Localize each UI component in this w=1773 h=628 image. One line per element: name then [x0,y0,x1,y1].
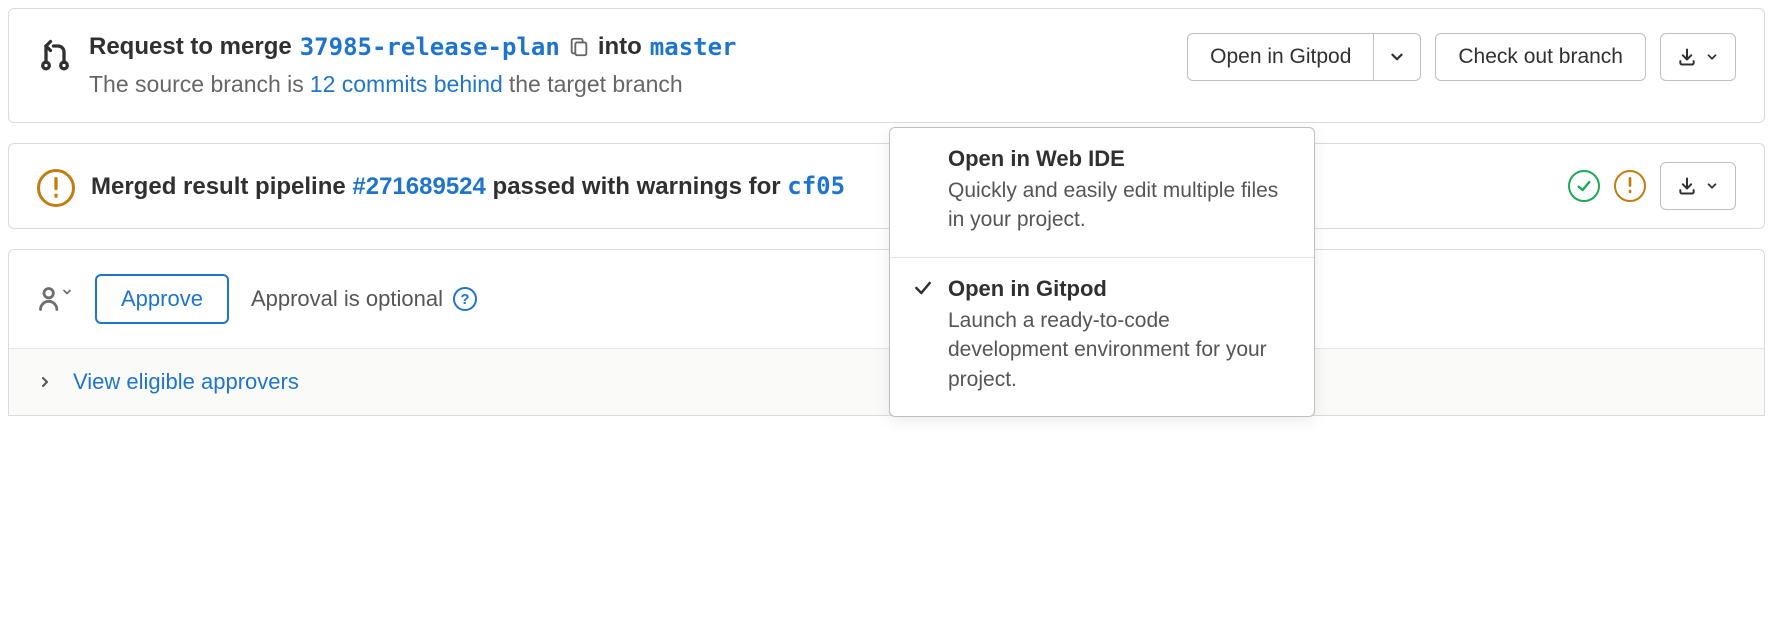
dropdown-option-gitpod[interactable]: Open in Gitpod Launch a ready-to-code de… [890,257,1314,416]
open-in-gitpod-button[interactable]: Open in Gitpod [1187,33,1374,81]
merge-request-body: Request to merge 37985-release-plan into… [89,33,1171,98]
approval-note-text: Approval is optional [251,286,443,312]
copy-branch-icon[interactable] [568,36,590,58]
download-artifacts-button[interactable] [1660,162,1736,210]
chevron-down-icon [1705,50,1719,64]
pipeline-leading-text: Merged result pipeline [91,173,346,200]
dropdown-option-web-ide[interactable]: Open in Web IDE Quickly and easily edit … [890,128,1314,257]
chevron-down-icon [1388,48,1406,66]
open-in-button-group: Open in Gitpod [1187,33,1421,81]
download-button[interactable] [1660,33,1736,81]
dropdown-option-title: Open in Gitpod [948,276,1292,302]
open-in-dropdown-menu: Open in Web IDE Quickly and easily edit … [889,127,1315,417]
view-approvers-row[interactable]: View eligible approvers [9,348,1764,415]
check-icon [912,276,934,304]
approval-widget: Approve Approval is optional ? View elig… [8,249,1765,416]
dropdown-check-slot [912,146,934,148]
view-approvers-link[interactable]: View eligible approvers [73,369,299,395]
behind-suffix: the target branch [509,71,683,98]
target-branch-link[interactable]: master [650,33,737,61]
approve-button[interactable]: Approve [95,274,229,324]
dropdown-option-desc: Quickly and easily edit multiple files i… [948,176,1292,235]
checkout-branch-button[interactable]: Check out branch [1435,33,1646,81]
download-icon [1677,47,1697,67]
help-icon[interactable]: ? [453,287,477,311]
pipeline-middle-text: passed with warnings for [493,173,781,200]
dropdown-option-title: Open in Web IDE [948,146,1292,172]
chevron-down-icon [1705,179,1719,193]
download-icon [1677,176,1697,196]
chevron-right-icon [37,374,53,390]
commits-behind-link[interactable]: 12 commits behind [310,71,503,98]
pipeline-status-warning-icon [37,169,75,207]
merge-title-prefix: Request to merge [89,33,292,61]
pipeline-actions [1568,162,1736,210]
source-branch-link[interactable]: 37985-release-plan [300,33,560,61]
merge-into-text: into [598,33,642,61]
approver-selector-icon[interactable] [37,285,73,313]
dropdown-option-desc: Launch a ready-to-code development envir… [948,306,1292,394]
merge-actions: Open in Gitpod Check out branch [1187,33,1736,81]
merge-request-widget: Request to merge 37985-release-plan into… [8,8,1765,123]
pipeline-commit-link[interactable]: cf05 [787,172,845,200]
behind-prefix: The source branch is [89,71,304,98]
merge-request-icon [37,37,73,79]
open-in-dropdown-toggle[interactable] [1374,33,1421,81]
pipeline-body: Merged result pipeline #271689524 passed… [91,172,1552,201]
pipeline-id-link[interactable]: #271689524 [352,173,485,200]
stage-success-icon[interactable] [1568,170,1600,202]
pipeline-widget: Merged result pipeline #271689524 passed… [8,143,1765,229]
stage-warning-icon[interactable] [1614,170,1646,202]
